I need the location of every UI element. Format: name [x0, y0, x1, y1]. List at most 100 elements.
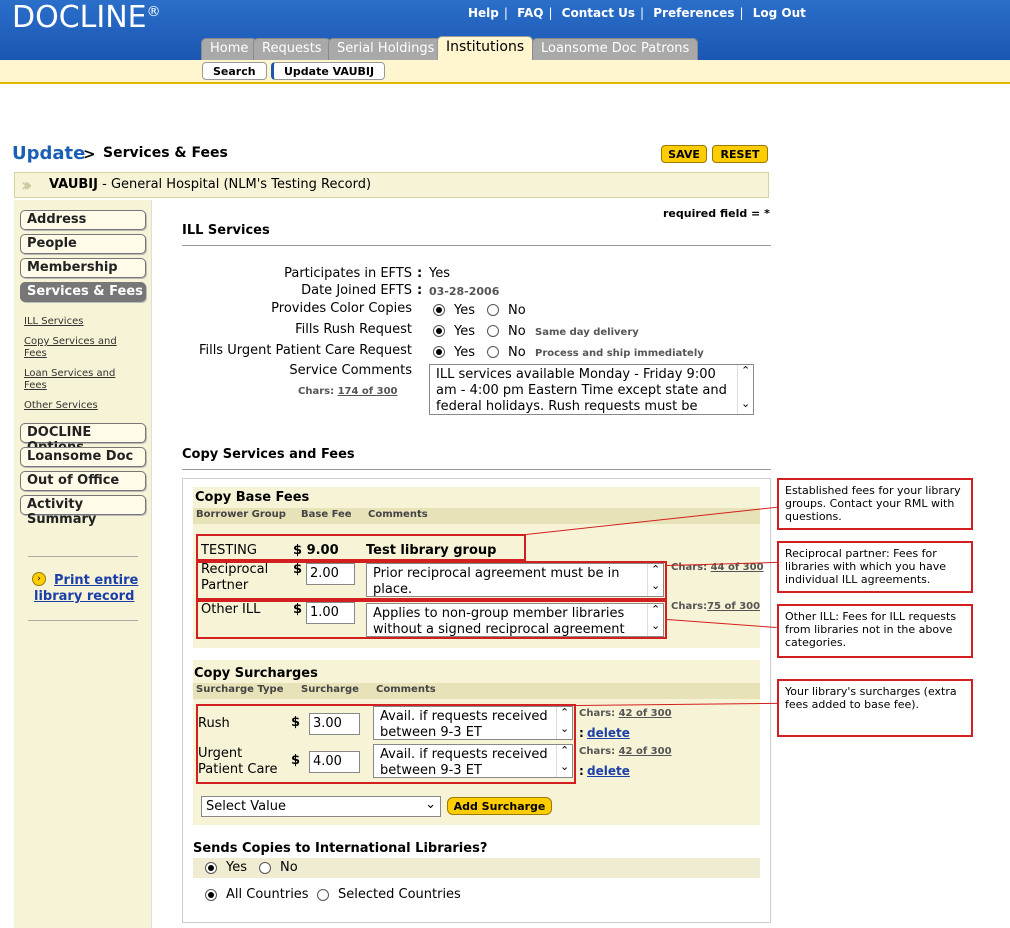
urgent-request-label: Fills Urgent Patient Care Request [198, 343, 412, 358]
sidebar-divider [28, 556, 138, 557]
divider [182, 469, 771, 470]
service-comments-label: Service Comments [289, 363, 412, 378]
callout-other-ill: Other ILL: Fees for ILL requests from li… [777, 604, 973, 658]
rush-no-radio[interactable] [487, 325, 499, 337]
save-button[interactable]: SAVE [661, 145, 707, 163]
urgent-note: Process and ship immediately [535, 348, 704, 359]
sidebar-item-people[interactable]: People [20, 234, 146, 254]
breadcrumb-separator: > [83, 145, 96, 163]
base-fees-heading: Copy Base Fees [195, 490, 310, 505]
breadcrumb-update[interactable]: Update [12, 143, 85, 164]
record-title: VAUBIJ - General Hospital (NLM's Testing… [49, 177, 372, 192]
copy-services-heading: Copy Services and Fees [182, 447, 355, 462]
no-label: No [508, 324, 526, 339]
tab-serial-holdings[interactable]: Serial Holdings [328, 38, 444, 60]
intl-no-radio[interactable] [259, 862, 271, 874]
yes-label: Yes [454, 324, 475, 339]
add-surcharge-button[interactable]: Add Surcharge [447, 797, 552, 815]
col-surcharge: Surcharge [301, 684, 359, 695]
delete-rush-link[interactable]: delete [587, 726, 630, 740]
sidebar [14, 200, 152, 928]
urgent-no-radio[interactable] [487, 346, 499, 358]
no-label: No [508, 345, 526, 360]
delete-prefix: : [579, 726, 584, 740]
sidebar-item-address[interactable]: Address [20, 210, 146, 230]
annotation-box-other-ill [196, 600, 667, 639]
sidebar-item-loansome-doc[interactable]: Loansome Doc [20, 447, 146, 467]
delete-urgent-link[interactable]: delete [587, 764, 630, 778]
sidebar-item-membership[interactable]: Membership [20, 258, 146, 278]
help-link[interactable]: Help [468, 6, 499, 20]
preferences-link[interactable]: Preferences [653, 6, 734, 20]
sidebar-link-copy-services[interactable]: Copy Services and Fees [24, 336, 136, 360]
subtab-search[interactable]: Search [202, 62, 267, 80]
utility-links: Help | FAQ | Contact Us | Preferences | Log … [468, 6, 806, 20]
rush-note: Same day delivery [535, 327, 639, 338]
all-countries-label: All Countries [226, 887, 309, 902]
contact-us-link[interactable]: Contact Us [562, 6, 635, 20]
reset-button[interactable]: RESET [712, 145, 768, 163]
rush-yes-radio[interactable] [433, 325, 445, 337]
col-comments: Comments [368, 509, 428, 520]
other-ill-char-count: Chars:75 of 300 [671, 601, 761, 612]
colon: : [417, 266, 423, 281]
tab-requests[interactable]: Requests [253, 38, 331, 60]
surcharge-select[interactable]: Select Value ⌄ [201, 796, 441, 817]
date-joined-value: 03-28-2006 [429, 285, 500, 298]
annotation-box-reciprocal [196, 561, 667, 600]
callout-surcharges: Your library's surcharges (extra fees ad… [777, 679, 973, 737]
sidebar-link-loan-services[interactable]: Loan Services and Fees [24, 368, 136, 392]
tab-home[interactable]: Home [201, 38, 258, 60]
tab-loansome-doc-patrons[interactable]: Loansome Doc Patrons [532, 38, 699, 60]
divider [182, 245, 771, 246]
col-surcharge-type: Surcharge Type [196, 684, 284, 695]
sidebar-item-activity-summary[interactable]: Activity Summary [20, 495, 146, 527]
color-copies-yes-radio[interactable] [433, 304, 445, 316]
docline-logo: DOCLINE® [12, 0, 161, 35]
selected-countries-radio[interactable] [317, 889, 329, 901]
yes-label: Yes [454, 345, 475, 360]
annotation-box-groups [196, 534, 526, 561]
efts-value: Yes [429, 266, 450, 281]
intl-yes-radio[interactable] [205, 862, 217, 874]
surcharges-heading: Copy Surcharges [194, 666, 318, 681]
tab-institutions[interactable]: Institutions [437, 36, 534, 60]
colon: : [417, 283, 423, 298]
rush-request-label: Fills Rush Request [295, 322, 412, 337]
international-row [193, 858, 760, 878]
sidebar-item-docline-options[interactable]: DOCLINE Options [20, 423, 146, 455]
sidebar-item-out-of-office[interactable]: Out of Office [20, 471, 146, 491]
required-note: required field = * [663, 207, 770, 220]
urgent-char-count: Chars: 42 of 300 [579, 746, 672, 757]
sidebar-item-services-fees[interactable]: Services & Fees [20, 282, 146, 302]
base-fees-header-row: Borrower Group Base Fee Comments [193, 508, 760, 524]
log-out-link[interactable]: Log Out [753, 6, 806, 20]
all-countries-radio[interactable] [205, 889, 217, 901]
chevron-right-icon: ››› [21, 175, 32, 196]
sidebar-link-other-services[interactable]: Other Services [24, 400, 136, 412]
col-comments: Comments [376, 684, 436, 695]
yes-label: Yes [454, 303, 475, 318]
intl-no-label: No [280, 860, 298, 875]
textarea-scrollbar[interactable] [737, 365, 753, 414]
subtab-update-vaubij[interactable]: Update VAUBIJ [271, 62, 386, 80]
service-comments-textarea[interactable]: ILL services available Monday - Friday 9… [429, 364, 754, 415]
international-heading: Sends Copies to International Libraries? [193, 841, 488, 856]
efts-label: Participates in EFTS [284, 266, 412, 281]
print-record-link[interactable]: Print entire library record [34, 573, 144, 605]
color-copies-no-radio[interactable] [487, 304, 499, 316]
faq-link[interactable]: FAQ [517, 6, 543, 20]
ill-services-heading: ILL Services [182, 223, 270, 238]
callout-established-fees: Established fees for your library groups… [777, 478, 973, 530]
comments-char-count: Chars: 174 of 300 [298, 386, 398, 397]
selected-countries-label: Selected Countries [338, 887, 461, 902]
sidebar-divider [28, 620, 138, 621]
surcharges-header-row: Surcharge Type Surcharge Comments [193, 683, 760, 699]
urgent-yes-radio[interactable] [433, 346, 445, 358]
sidebar-link-ill-services[interactable]: ILL Services [24, 316, 136, 328]
color-copies-label: Provides Color Copies [271, 301, 412, 316]
intl-yes-label: Yes [226, 860, 247, 875]
col-borrower-group: Borrower Group [196, 509, 286, 520]
date-joined-label: Date Joined EFTS [301, 283, 412, 298]
rush-char-count: Chars: 42 of 300 [579, 708, 672, 719]
